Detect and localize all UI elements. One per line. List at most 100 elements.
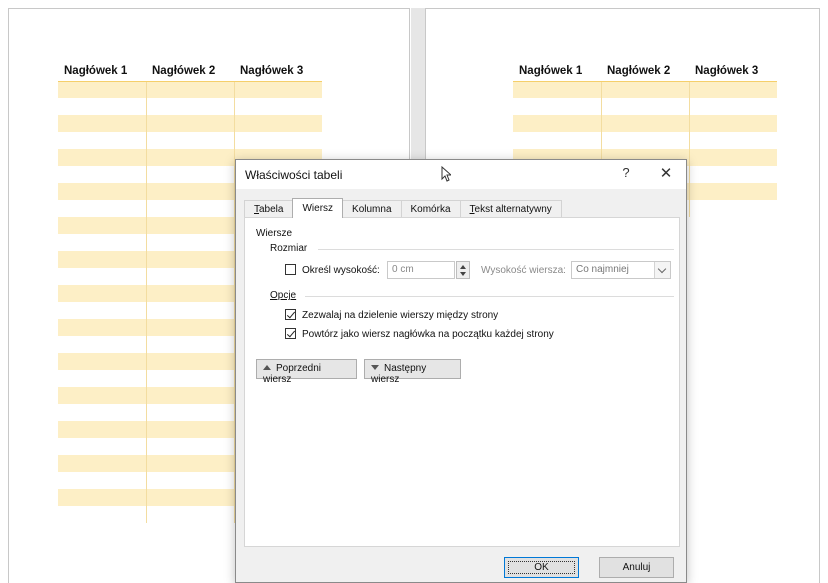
ok-button[interactable]: OK: [504, 557, 579, 578]
table-cell[interactable]: [146, 166, 235, 183]
table-cell[interactable]: [58, 251, 147, 268]
table-cell[interactable]: [601, 132, 690, 149]
table-cell[interactable]: [58, 319, 147, 336]
table-cell[interactable]: [58, 234, 147, 251]
table-cell[interactable]: [58, 268, 147, 285]
cancel-button[interactable]: Anuluj: [599, 557, 674, 578]
tab-komorka[interactable]: Komórka: [400, 200, 461, 218]
table-cell[interactable]: [146, 472, 235, 489]
table-cell[interactable]: [146, 183, 235, 200]
repeat-header-checkbox[interactable]: [285, 328, 296, 339]
table-cell[interactable]: [601, 98, 690, 115]
table-cell[interactable]: [146, 217, 235, 234]
table-cell[interactable]: [58, 438, 147, 455]
table-cell[interactable]: [58, 285, 147, 302]
tab-tabela[interactable]: Tabela: [244, 200, 294, 218]
table-cell[interactable]: [601, 81, 690, 98]
table-cell[interactable]: [234, 81, 322, 98]
table-cell[interactable]: [234, 98, 322, 115]
table-cell[interactable]: [601, 115, 690, 132]
table-cell[interactable]: [146, 149, 235, 166]
table-cell[interactable]: [146, 268, 235, 285]
table-header-cell[interactable]: Nagłówek 3: [689, 63, 777, 82]
table-cell[interactable]: [689, 149, 777, 166]
table-cell[interactable]: [234, 132, 322, 149]
table-cell[interactable]: [146, 370, 235, 387]
table-cell[interactable]: [513, 98, 602, 115]
previous-row-button[interactable]: Poprzedni wiersz: [256, 359, 357, 385]
table-cell[interactable]: [689, 200, 777, 217]
table-header-cell[interactable]: Nagłówek 2: [601, 63, 689, 82]
table-cell[interactable]: [58, 302, 147, 319]
table-cell[interactable]: [58, 370, 147, 387]
table-cell[interactable]: [146, 115, 235, 132]
table-cell[interactable]: [58, 455, 147, 472]
table-cell[interactable]: [146, 200, 235, 217]
next-row-button[interactable]: Następny wiersz: [364, 359, 461, 385]
close-button[interactable]: ✕: [656, 164, 676, 182]
table-cell[interactable]: [58, 421, 147, 438]
row-height-select[interactable]: Co najmniej: [571, 261, 671, 279]
table-header-cell[interactable]: Nagłówek 1: [58, 63, 146, 82]
table-cell[interactable]: [58, 489, 147, 506]
spin-down-icon[interactable]: [460, 272, 466, 276]
table-cell[interactable]: [58, 183, 147, 200]
table-cell[interactable]: [146, 387, 235, 404]
table-cell[interactable]: [146, 455, 235, 472]
dialog-titlebar[interactable]: Właściwości tabeli ? ✕: [236, 160, 686, 189]
tab-tekst-alternatywny[interactable]: Tekst alternatywny: [459, 200, 562, 218]
table-header-cell[interactable]: Nagłówek 2: [146, 63, 234, 82]
table-cell[interactable]: [146, 302, 235, 319]
table-cell[interactable]: [146, 336, 235, 353]
table-cell[interactable]: [58, 132, 147, 149]
table-cell[interactable]: [146, 489, 235, 506]
chevron-down-icon[interactable]: [654, 262, 670, 278]
table-cell[interactable]: [146, 506, 235, 523]
table-cell[interactable]: [146, 132, 235, 149]
table-cell[interactable]: [146, 438, 235, 455]
table-cell[interactable]: [146, 353, 235, 370]
spin-up-icon[interactable]: [460, 265, 466, 269]
table-cell[interactable]: [58, 387, 147, 404]
table-cell[interactable]: [146, 234, 235, 251]
allow-row-break-checkbox[interactable]: [285, 309, 296, 320]
height-input[interactable]: 0 cm: [387, 261, 455, 279]
table-cell[interactable]: [58, 336, 147, 353]
table-cell[interactable]: [58, 353, 147, 370]
table-cell[interactable]: [58, 404, 147, 421]
height-spinner[interactable]: [456, 261, 470, 279]
table-cell[interactable]: [58, 98, 147, 115]
tab-kolumna[interactable]: Kolumna: [342, 200, 402, 218]
table-cell[interactable]: [513, 115, 602, 132]
table-cell[interactable]: [58, 506, 147, 523]
table-cell[interactable]: [146, 98, 235, 115]
table-cell[interactable]: [689, 132, 777, 149]
table-cell[interactable]: [58, 81, 147, 98]
specify-height-checkbox[interactable]: [285, 264, 296, 275]
table-cell[interactable]: [513, 132, 602, 149]
table-cell[interactable]: [146, 421, 235, 438]
table-cell[interactable]: [58, 472, 147, 489]
table-cell[interactable]: [513, 81, 602, 98]
table-cell[interactable]: [689, 81, 777, 98]
tab-wiersz[interactable]: Wiersz: [292, 198, 344, 218]
table-cell[interactable]: [146, 285, 235, 302]
table-cell[interactable]: [58, 149, 147, 166]
table-cell[interactable]: [58, 200, 147, 217]
table-cell[interactable]: [146, 81, 235, 98]
table-cell[interactable]: [58, 166, 147, 183]
help-button[interactable]: ?: [616, 165, 636, 180]
table-cell[interactable]: [234, 115, 322, 132]
specify-height-label[interactable]: Określ wysokość:: [302, 265, 380, 276]
table-cell[interactable]: [689, 115, 777, 132]
table-cell[interactable]: [689, 98, 777, 115]
allow-row-break-label[interactable]: Zezwalaj na dzielenie wierszy między str…: [302, 310, 498, 321]
table-cell[interactable]: [689, 166, 777, 183]
table-header-cell[interactable]: Nagłówek 1: [513, 63, 601, 82]
table-cell[interactable]: [58, 115, 147, 132]
table-cell[interactable]: [146, 319, 235, 336]
repeat-header-label[interactable]: Powtórz jako wiersz nagłówka na początku…: [302, 329, 554, 340]
table-cell[interactable]: [58, 217, 147, 234]
table-cell[interactable]: [689, 183, 777, 200]
table-cell[interactable]: [146, 404, 235, 421]
